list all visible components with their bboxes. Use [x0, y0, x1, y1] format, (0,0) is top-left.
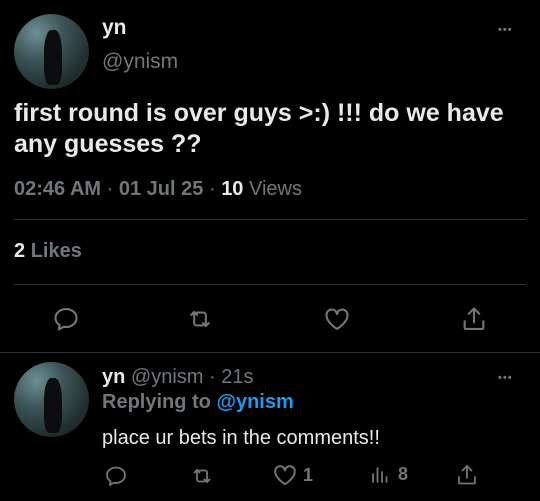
tweet-date[interactable]: 01 Jul 25 [119, 178, 204, 200]
reply-header: yn @ynism · 21s [102, 366, 253, 389]
divider [14, 284, 526, 285]
likes-label: Likes [30, 240, 82, 262]
replying-to-handle[interactable]: @ynism [216, 391, 293, 413]
heart-icon[interactable] [323, 305, 351, 333]
reply-like-button[interactable]: 1 [272, 462, 313, 488]
reply-views-count: 8 [398, 463, 409, 484]
divider [0, 352, 540, 353]
reply-like-count: 1 [303, 464, 314, 485]
handle[interactable]: @ynism [102, 50, 178, 74]
more-options-button[interactable]: ••• [498, 372, 513, 384]
display-name[interactable]: yn [102, 16, 127, 40]
more-options-button[interactable]: ••• [498, 24, 513, 36]
heart-icon [272, 462, 298, 488]
share-icon[interactable] [455, 463, 479, 487]
tweet-time[interactable]: 02:46 AM [14, 178, 101, 200]
comment-icon[interactable] [104, 464, 128, 488]
views-label: Views [249, 178, 302, 200]
comment-icon[interactable] [52, 305, 80, 333]
retweet-icon[interactable] [186, 305, 214, 333]
display-name[interactable]: yn [102, 366, 125, 388]
divider [14, 219, 526, 220]
likes-count: 2 [14, 240, 26, 262]
reply-text: place ur bets in the comments!! [102, 427, 380, 449]
replying-to-label: Replying to [102, 391, 211, 413]
views-icon [368, 462, 392, 486]
retweet-icon[interactable] [190, 464, 214, 488]
tweet-meta: 02:46 AM · 01 Jul 25 · 10 Views [14, 178, 302, 201]
meta-separator: · [106, 178, 114, 200]
tweet-text: first round is over guys >:) !!! do we h… [14, 99, 504, 158]
share-icon[interactable] [460, 305, 488, 333]
reply-views-button[interactable]: 8 [368, 462, 408, 486]
handle[interactable]: @ynism [131, 366, 204, 388]
avatar[interactable] [14, 362, 89, 437]
meta-separator: · [209, 366, 216, 388]
avatar[interactable] [14, 14, 89, 89]
meta-separator: · [208, 178, 216, 200]
replying-to: Replying to @ynism [102, 391, 294, 414]
likes-summary[interactable]: 2 Likes [14, 240, 82, 263]
views-count: 10 [221, 178, 244, 200]
reply-age[interactable]: 21s [221, 366, 253, 388]
